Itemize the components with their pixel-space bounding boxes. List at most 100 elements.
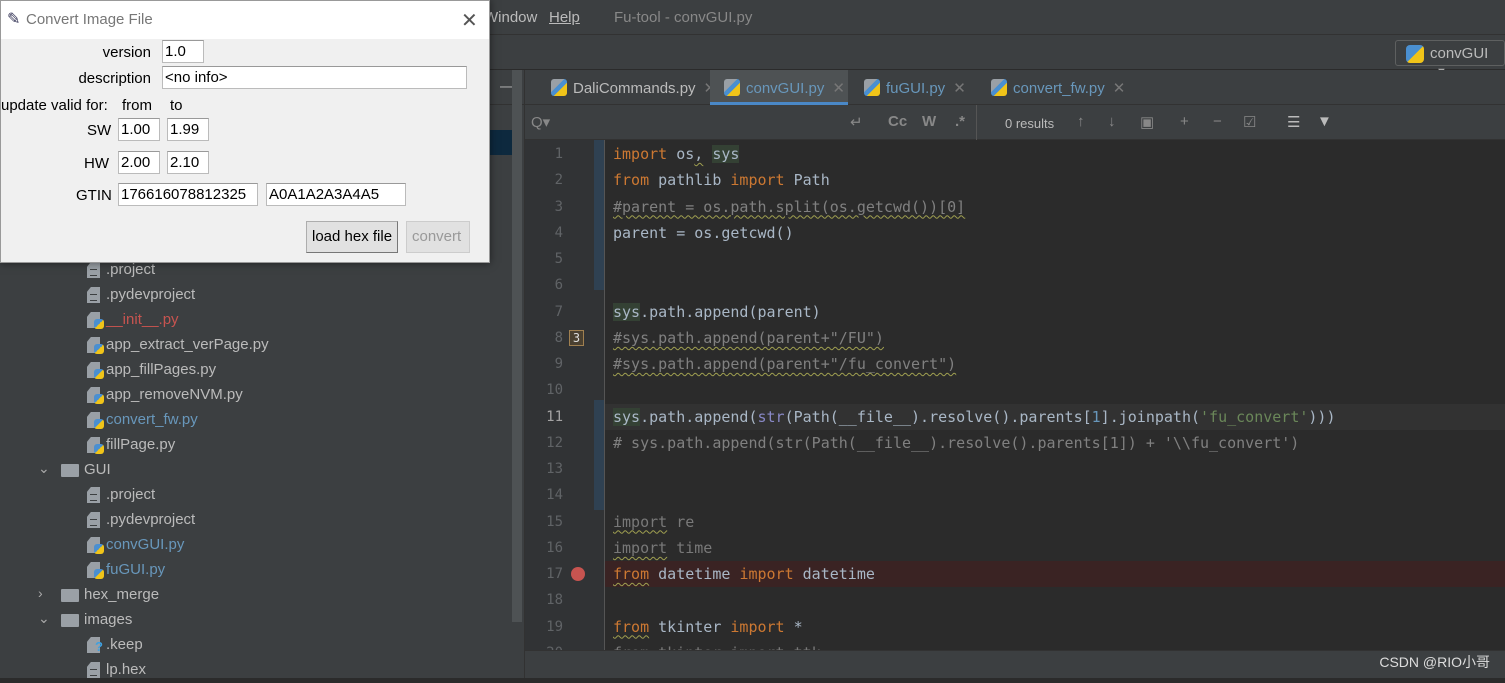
- tree-item-label: app_fillPages.py: [106, 361, 217, 378]
- tree-item-label: images: [84, 611, 133, 628]
- line-number: 4: [554, 224, 563, 241]
- description-input[interactable]: <no info>: [162, 66, 467, 89]
- line-number: 1: [554, 146, 563, 162]
- tree-item-label: fuGUI.py: [106, 561, 166, 578]
- load-hex-file-button[interactable]: load hex file: [306, 221, 399, 253]
- close-icon[interactable]: ✕: [461, 8, 478, 33]
- wrap-icon[interactable]: ↵: [850, 113, 863, 131]
- code-token: #sys.path.append(parent+"/FU"): [613, 328, 884, 347]
- menu-help[interactable]: Help: [549, 9, 580, 26]
- results-count: 0 results: [1005, 116, 1055, 131]
- code-line: #sys.path.append(parent+"/fu_convert"): [613, 351, 956, 377]
- code-token: ].joinpath(: [1100, 407, 1201, 426]
- code-line: import re: [613, 509, 694, 535]
- chevron-down-icon[interactable]: ⌄: [38, 460, 50, 477]
- python-badge-icon: [94, 544, 104, 554]
- run-config-label: convGUI: [1430, 45, 1489, 62]
- arrow-down-icon[interactable]: ↓: [1108, 113, 1116, 130]
- code-token: *: [784, 617, 803, 636]
- line-number: 10: [546, 382, 563, 399]
- line-number: 9: [554, 356, 563, 373]
- code-token: import: [613, 512, 668, 531]
- tree-item-label: .pydevproject: [106, 511, 196, 528]
- tab-convert_fw-py[interactable]: convert_fw.py ✕: [977, 70, 1125, 105]
- python-icon: [1406, 45, 1424, 63]
- run-config-dropdown[interactable]: convGUI ▼: [1395, 40, 1505, 78]
- code-token: ,: [694, 145, 704, 163]
- convert-button[interactable]: convert: [406, 221, 470, 253]
- tree-item-label: .project: [106, 486, 156, 503]
- hw-from-input[interactable]: 2.00: [118, 151, 160, 174]
- code-token: import: [730, 617, 785, 636]
- text-file-icon: [87, 512, 100, 528]
- code-line: from tkinter import *: [613, 614, 803, 640]
- tab-dalicommands-py[interactable]: DaliCommands.py✕: [537, 70, 716, 105]
- code-token: datetime: [649, 565, 740, 584]
- line-number: 15: [546, 513, 563, 530]
- code-line: import time: [613, 535, 712, 561]
- code-line: from pathlib import Path: [613, 167, 830, 193]
- words-toggle[interactable]: W: [922, 113, 936, 130]
- close-icon[interactable]: ✕: [832, 80, 845, 97]
- select-occurrences-icon[interactable]: ☑: [1243, 113, 1256, 131]
- search-icon[interactable]: Q▾: [531, 113, 550, 131]
- python-file-icon: [864, 79, 880, 96]
- remove-occurrence-icon[interactable]: −: [1213, 113, 1222, 130]
- close-icon[interactable]: ✕: [1113, 80, 1126, 97]
- change-marker: [594, 400, 604, 510]
- feather-icon: ✎: [7, 11, 21, 28]
- tab-fugui-py[interactable]: fuGUI.py ✕: [850, 70, 975, 105]
- menu-window[interactable]: Window: [484, 9, 537, 26]
- code-line: import os, sys: [613, 141, 740, 167]
- hw-to-input[interactable]: 2.10: [167, 151, 209, 174]
- sw-from-input[interactable]: 1.00: [118, 118, 160, 141]
- chevron-right-icon[interactable]: ›: [38, 585, 43, 601]
- python-badge-icon: [94, 394, 104, 404]
- tree-item-label: GUI: [84, 461, 111, 478]
- line-number: 6: [554, 277, 563, 294]
- convert-image-dialog: ✎ Convert Image File ✕ version 1.0 descr…: [0, 0, 490, 263]
- code-token: (Path(__file__).resolve().parents[: [784, 407, 1092, 426]
- update-valid-label: update valid for:: [1, 97, 108, 114]
- tree-item-label: app_extract_verPage.py: [106, 336, 269, 353]
- code-token: os: [667, 145, 695, 163]
- code-token: sys: [613, 302, 641, 321]
- regex-toggle[interactable]: .*: [955, 113, 965, 130]
- sw-to-input[interactable]: 1.99: [167, 118, 209, 141]
- fold-badge[interactable]: 3: [569, 329, 584, 346]
- line-number: 8: [554, 329, 563, 346]
- folder-icon: [61, 464, 79, 477]
- tab-convgui-py[interactable]: convGUI.py ✕: [710, 70, 848, 105]
- code-line: parent = os.getcwd(): [613, 220, 794, 246]
- chevron-down-icon[interactable]: ⌄: [38, 610, 50, 627]
- code-token: re: [667, 512, 695, 531]
- filter-icon[interactable]: ▼: [1317, 113, 1332, 130]
- python-badge-icon: [94, 444, 104, 454]
- tree-item-label: .pydevproject: [106, 286, 196, 303]
- version-input[interactable]: 1.0: [162, 40, 204, 63]
- hw-label: HW: [84, 155, 109, 172]
- code-token: ))): [1308, 407, 1336, 426]
- description-label: description: [78, 70, 151, 87]
- add-occurrence-icon[interactable]: +: [1180, 113, 1189, 130]
- select-all-icon[interactable]: ▣: [1140, 113, 1154, 131]
- python-file-icon: [724, 79, 740, 96]
- line-number: 19: [546, 618, 563, 635]
- arrow-up-icon[interactable]: ↑: [1077, 113, 1085, 130]
- line-number: 5: [554, 251, 563, 268]
- filter-options-icon[interactable]: ☰: [1287, 113, 1300, 131]
- line-number: 17: [546, 566, 563, 583]
- code-token: #parent = os.path.split(os.getcwd())[0]: [613, 197, 966, 216]
- to-label: to: [170, 97, 183, 114]
- tree-item-label: __init__.py: [106, 311, 179, 328]
- code-token: import: [613, 538, 668, 557]
- python-badge-icon: [94, 344, 104, 354]
- tab-label: convert_fw.py: [1013, 80, 1105, 97]
- match-case-toggle[interactable]: Cc: [888, 113, 907, 130]
- tab-label: convGUI.py: [746, 80, 825, 97]
- gtin-input[interactable]: 176616078812325: [118, 183, 258, 206]
- gtin-hex-input[interactable]: A0A1A2A3A4A5: [266, 183, 406, 206]
- tree-scrollbar[interactable]: [512, 70, 522, 622]
- close-icon[interactable]: ✕: [953, 80, 966, 97]
- tree-item-label: convGUI.py: [106, 536, 185, 553]
